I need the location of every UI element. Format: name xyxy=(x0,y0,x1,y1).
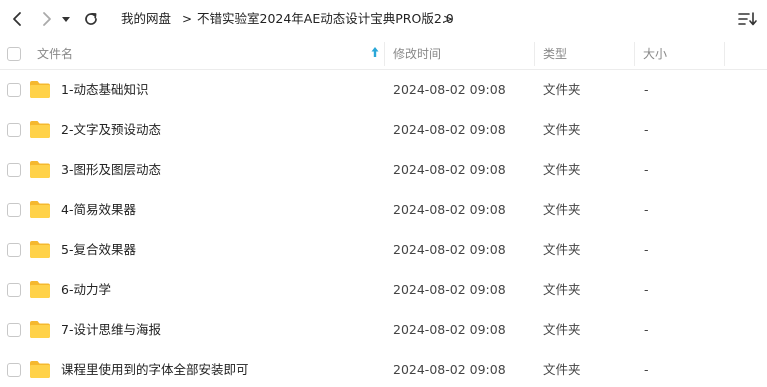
folder-icon xyxy=(30,121,50,138)
file-type: 文件夹 xyxy=(543,202,581,217)
folder-icon xyxy=(30,281,50,298)
file-name[interactable]: 4-简易效果器 xyxy=(61,201,136,219)
column-divider[interactable] xyxy=(534,42,535,66)
file-name[interactable]: 5-复合效果器 xyxy=(61,241,136,259)
file-type: 文件夹 xyxy=(543,282,581,297)
file-type: 文件夹 xyxy=(543,242,581,257)
breadcrumb-root[interactable]: 我的网盘 xyxy=(121,10,171,28)
file-row[interactable]: 1-动态基础知识 2024-08-02 09:08 文件夹 - xyxy=(0,70,767,110)
caret-down-icon xyxy=(62,17,70,22)
folder-icon xyxy=(30,201,50,218)
chevron-left-icon xyxy=(13,12,21,26)
folder-icon xyxy=(30,161,50,178)
file-type: 文件夹 xyxy=(543,122,581,137)
file-modified: 2024-08-02 09:08 xyxy=(393,202,506,217)
folder-icon xyxy=(30,361,50,378)
history-dropdown-button[interactable] xyxy=(59,8,73,30)
file-size: - xyxy=(644,202,649,217)
column-divider[interactable] xyxy=(724,42,725,66)
row-checkbox[interactable] xyxy=(7,243,21,257)
file-modified: 2024-08-02 09:08 xyxy=(393,122,506,137)
breadcrumb-current[interactable]: 不错实验室2024年AE动态设计宝典PRO版2.0 xyxy=(197,10,454,28)
file-size: - xyxy=(644,362,649,377)
column-divider[interactable] xyxy=(634,42,635,66)
file-row[interactable]: 课程里使用到的字体全部安装即可 2024-08-02 09:08 文件夹 - xyxy=(0,350,767,387)
file-modified: 2024-08-02 09:08 xyxy=(393,282,506,297)
file-type: 文件夹 xyxy=(543,82,581,97)
row-checkbox[interactable] xyxy=(7,203,21,217)
row-checkbox[interactable] xyxy=(7,123,21,137)
file-size: - xyxy=(644,82,649,97)
sort-menu-button[interactable] xyxy=(737,9,759,29)
file-size: - xyxy=(644,282,649,297)
refresh-icon xyxy=(85,12,97,25)
row-checkbox[interactable] xyxy=(7,163,21,177)
column-type[interactable]: 类型 xyxy=(543,46,567,62)
file-row[interactable]: 3-图形及图层动态 2024-08-02 09:08 文件夹 - xyxy=(0,150,767,190)
file-row[interactable]: 2-文字及预设动态 2024-08-02 09:08 文件夹 - xyxy=(0,110,767,150)
file-name[interactable]: 1-动态基础知识 xyxy=(61,81,148,99)
file-name[interactable]: 6-动力学 xyxy=(61,281,111,299)
file-modified: 2024-08-02 09:08 xyxy=(393,322,506,337)
file-type: 文件夹 xyxy=(543,322,581,337)
file-row[interactable]: 4-简易效果器 2024-08-02 09:08 文件夹 - xyxy=(0,190,767,230)
file-size: - xyxy=(644,242,649,257)
chevron-right-icon xyxy=(43,12,51,26)
file-modified: 2024-08-02 09:08 xyxy=(393,362,506,377)
back-button[interactable] xyxy=(6,8,28,30)
sort-list-icon xyxy=(738,12,757,26)
file-row[interactable]: 6-动力学 2024-08-02 09:08 文件夹 - xyxy=(0,270,767,310)
column-header: 文件名 修改时间 类型 大小 xyxy=(0,38,767,70)
row-checkbox[interactable] xyxy=(7,323,21,337)
file-size: - xyxy=(644,162,649,177)
folder-icon xyxy=(30,81,50,98)
breadcrumb-separator: > xyxy=(182,12,193,26)
column-size[interactable]: 大小 xyxy=(643,46,667,62)
refresh-button[interactable] xyxy=(80,8,102,30)
file-modified: 2024-08-02 09:08 xyxy=(393,242,506,257)
file-name[interactable]: 2-文字及预设动态 xyxy=(61,121,161,139)
column-divider[interactable] xyxy=(384,42,385,66)
forward-button[interactable] xyxy=(36,8,58,30)
file-name[interactable]: 7-设计思维与海报 xyxy=(61,321,161,339)
row-checkbox[interactable] xyxy=(7,363,21,377)
select-all-checkbox[interactable] xyxy=(7,47,21,61)
row-checkbox[interactable] xyxy=(7,283,21,297)
file-modified: 2024-08-02 09:08 xyxy=(393,162,506,177)
file-row[interactable]: 7-设计思维与海报 2024-08-02 09:08 文件夹 - xyxy=(0,310,767,350)
column-name[interactable]: 文件名 xyxy=(37,46,73,62)
folder-icon xyxy=(30,321,50,338)
breadcrumb-separator-end: > xyxy=(443,12,454,26)
file-size: - xyxy=(644,122,649,137)
file-type: 文件夹 xyxy=(543,362,581,377)
row-checkbox[interactable] xyxy=(7,83,21,97)
sort-ascending-icon xyxy=(371,47,379,57)
file-name[interactable]: 3-图形及图层动态 xyxy=(61,161,161,179)
file-modified: 2024-08-02 09:08 xyxy=(393,82,506,97)
file-type: 文件夹 xyxy=(543,162,581,177)
file-size: - xyxy=(644,322,649,337)
file-name[interactable]: 课程里使用到的字体全部安装即可 xyxy=(61,361,249,379)
folder-icon xyxy=(30,241,50,258)
toolbar: 我的网盘 > 不错实验室2024年AE动态设计宝典PRO版2.0 > xyxy=(0,0,767,38)
column-modified[interactable]: 修改时间 xyxy=(393,46,441,62)
file-row[interactable]: 5-复合效果器 2024-08-02 09:08 文件夹 - xyxy=(0,230,767,270)
